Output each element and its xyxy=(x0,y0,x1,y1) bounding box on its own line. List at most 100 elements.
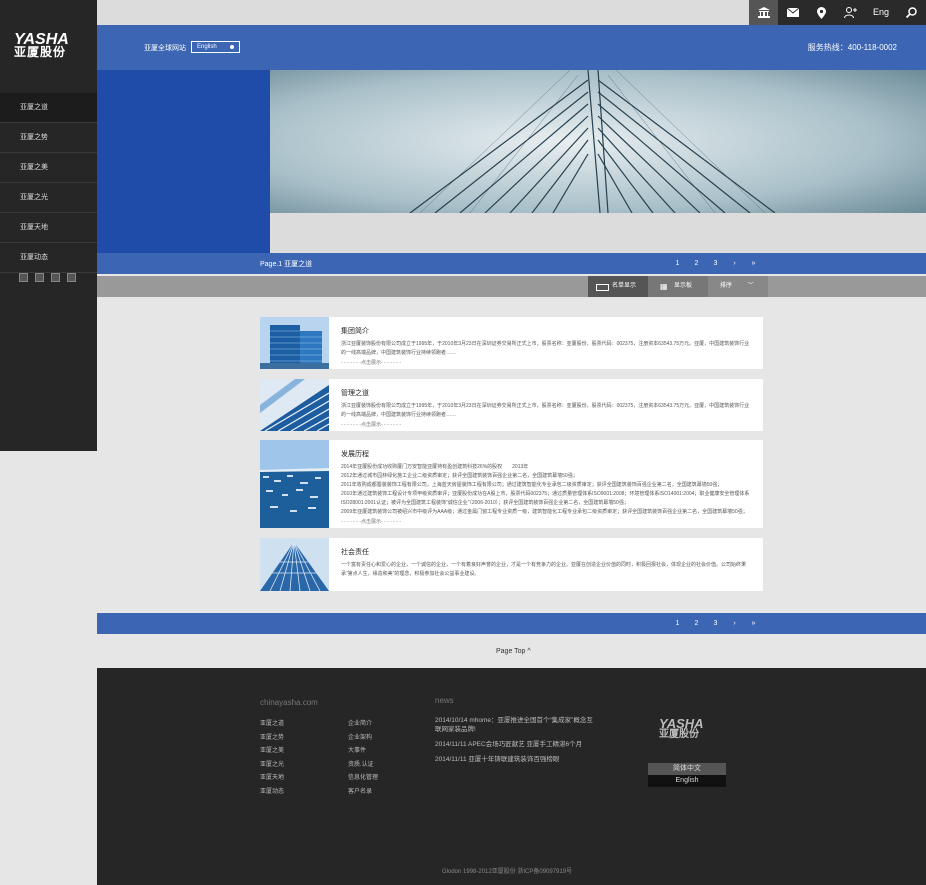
card-social-responsibility[interactable]: 社会责任 一个富有责任心和爱心的企业，一个诚信的企业，一个有着良好声誉的企业，才… xyxy=(260,538,763,591)
footer-links-col2: 企业简介 企业架构 大事件 资质.认证 信息化管理 客户名录 xyxy=(348,718,378,799)
card-body: 社会责任 一个富有责任心和爱心的企业，一个诚信的企业，一个有着良好声誉的企业，才… xyxy=(341,547,753,579)
global-site-label: 亚厦全球网站 xyxy=(144,45,186,52)
page-3[interactable]: 3 xyxy=(706,253,725,274)
share-icon[interactable] xyxy=(51,273,60,282)
service-hotline: 服务热线：400-118-0002 xyxy=(807,43,897,52)
card-group-intro[interactable]: 集团简介 浙江亚厦装饰股份有限公司成立于1995年，于2010年3月23日在深圳… xyxy=(260,317,763,369)
footer-link[interactable]: 信息化管理 xyxy=(348,772,378,786)
mail-icon[interactable] xyxy=(778,0,807,25)
sidebar: YASHA 亚厦股份 亚厦之道 亚厦之势 亚厦之美 亚厦之光 亚厦天地 亚厦动态 xyxy=(0,0,97,451)
grid-view-button[interactable]: 显示板 xyxy=(648,276,708,297)
sort-dropdown[interactable]: 排序 ﹀ xyxy=(708,276,768,297)
page-1[interactable]: 1 xyxy=(668,613,687,634)
card-line: 2009年亚厦建筑装饰公司被绍兴市中级评为AAA级；通过金属门窗工程专业资质一级… xyxy=(341,509,748,515)
footer-link[interactable]: 亚厦动态 xyxy=(260,786,284,800)
card-title: 社会责任 xyxy=(341,549,369,556)
footer-link[interactable]: 亚厦之美 xyxy=(260,745,284,759)
copyright: Glodon 1998-2012亚厦股份 浙ICP备09097919号 xyxy=(442,869,573,875)
rss-icon[interactable] xyxy=(19,273,28,282)
weibo-icon[interactable] xyxy=(35,273,44,282)
sidebar-nav: 亚厦之道 亚厦之势 亚厦之美 亚厦之光 亚厦天地 亚厦动态 xyxy=(0,93,97,273)
page-last[interactable]: » xyxy=(744,613,763,634)
home-icon[interactable] xyxy=(749,0,778,25)
pager-bottom: 1 2 3 › » xyxy=(97,613,926,634)
page-1[interactable]: 1 xyxy=(668,253,687,274)
page-next[interactable]: › xyxy=(725,253,744,274)
footer-link[interactable]: 资质.认证 xyxy=(348,759,378,773)
footer-link[interactable]: 亚厦之光 xyxy=(260,759,284,773)
page-title: Page.1 亚厦之道 xyxy=(260,261,313,268)
page-2[interactable]: 2 xyxy=(687,253,706,274)
card-thumbnail xyxy=(260,538,329,591)
hero-blue-panel xyxy=(97,70,270,253)
card-text: 浙江亚厦装饰股份有限公司成立于1995年，于2010年3月23日在深圳证券交易所… xyxy=(341,403,750,418)
footer-news-heading: news xyxy=(435,696,454,705)
footer-link[interactable]: 亚厦天地 xyxy=(260,772,284,786)
news-item[interactable]: 2014/11/11 亚厦十年铸联建筑装饰百强榜眼 xyxy=(435,755,595,764)
card-thumbnail xyxy=(260,317,329,369)
card-title: 发展历程 xyxy=(341,451,369,458)
news-item[interactable]: 2014/11/11 APEC会场巧匠献艺 亚厦手工精湛6个月 xyxy=(435,740,595,749)
news-item[interactable]: 2014/10/14 mhome：亚厦推进全国首个“集成家”概念互联网家装品牌! xyxy=(435,716,595,734)
wechat-icon[interactable] xyxy=(67,273,76,282)
sidebar-item-mei[interactable]: 亚厦之美 xyxy=(0,153,97,183)
card-thumbnail xyxy=(260,440,329,528)
card-management[interactable]: 管理之道 浙江亚厦装饰股份有限公司成立于1995年，于2010年3月23日在深圳… xyxy=(260,379,763,431)
lang-english[interactable]: English xyxy=(648,775,726,787)
card-title: 管理之道 xyxy=(341,390,369,397)
chevron-down-icon: ﹀ xyxy=(747,283,754,289)
card-body: 发展历程 2014年亚厦股份成功收购厦门万安智能亚厦持有盈创建筑科技26%的股权… xyxy=(341,449,753,525)
logo-cn: 亚厦股份 xyxy=(14,45,67,59)
page-top-link[interactable]: Page Top ^ xyxy=(496,648,531,655)
language-selected: English xyxy=(197,44,217,50)
top-icons: Eng xyxy=(749,0,926,25)
card-title: 集团简介 xyxy=(341,328,369,335)
sort-label: 排序 xyxy=(720,283,733,289)
sidebar-item-shi[interactable]: 亚厦之势 xyxy=(0,123,97,153)
footer-link[interactable]: 企业架构 xyxy=(348,732,378,746)
add-user-icon[interactable] xyxy=(836,0,865,25)
footer-news-list: 2014/10/14 mhome：亚厦推进全国首个“集成家”概念互联网家装品牌!… xyxy=(435,716,595,770)
pager-top: Page.1 亚厦之道 1 2 3 › » xyxy=(97,253,926,274)
sidebar-item-guang[interactable]: 亚厦之光 xyxy=(0,183,97,213)
footer-link[interactable]: 亚厦之道 xyxy=(260,718,284,732)
hero-gray-strip xyxy=(270,213,926,253)
english-link[interactable]: Eng xyxy=(865,0,897,25)
card-body: 集团简介 浙江亚厦装饰股份有限公司成立于1995年，于2010年3月23日在深圳… xyxy=(341,326,753,366)
card-more-link[interactable]: - - - - - - -点击展示- - - - - - - xyxy=(341,518,753,525)
footer-logo-en: YASHA xyxy=(659,716,704,731)
card-history[interactable]: 发展历程 2014年亚厦股份成功收购厦门万安智能亚厦持有盈创建筑科技26%的股权… xyxy=(260,440,763,528)
card-thumbnail xyxy=(260,379,329,431)
location-icon[interactable] xyxy=(807,0,836,25)
header: 亚厦全球网站 English 服务热线：400-118-0002 xyxy=(97,25,926,70)
card-line: 2010年通过建筑装饰工程设计专项甲级资质审评；亚厦股份成功在A股上市，股票代码… xyxy=(341,491,750,506)
footer-link[interactable]: 企业简介 xyxy=(348,718,378,732)
footer-links-col1: 亚厦之道 亚厦之势 亚厦之美 亚厦之光 亚厦天地 亚厦动态 xyxy=(260,718,284,799)
list-view-button[interactable]: 名单显示 xyxy=(588,276,648,297)
page-next[interactable]: › xyxy=(725,613,744,634)
card-line: 2011年收购成都蜀装装饰工程有限公司，上海蓝天房屋装饰工程有限公司；通过建筑智… xyxy=(341,482,723,488)
search-icon[interactable] xyxy=(897,0,926,25)
page-last[interactable]: » xyxy=(744,253,763,274)
card-text: 一个富有责任心和爱心的企业，一个诚信的企业，一个有着良好声誉的企业，才是一个有竞… xyxy=(341,562,747,577)
pagination: 1 2 3 › » xyxy=(668,253,763,274)
footer-language-switch: 简体中文 English xyxy=(648,763,726,787)
logo[interactable]: YASHA 亚厦股份 xyxy=(14,32,69,59)
page-2[interactable]: 2 xyxy=(687,613,706,634)
social-links xyxy=(19,273,76,282)
card-text: 浙江亚厦装饰股份有限公司成立于1995年，于2010年3月23日在深圳证券交易所… xyxy=(341,341,750,356)
sidebar-item-tiandi[interactable]: 亚厦天地 xyxy=(0,213,97,243)
lang-chinese[interactable]: 简体中文 xyxy=(648,763,726,775)
footer-link[interactable]: 客户名录 xyxy=(348,786,378,800)
footer-link[interactable]: 大事件 xyxy=(348,745,378,759)
footer-logo-cn: 亚厦股份 xyxy=(659,729,699,740)
footer-link[interactable]: 亚厦之势 xyxy=(260,732,284,746)
page-3[interactable]: 3 xyxy=(706,613,725,634)
language-select[interactable]: English xyxy=(191,41,240,53)
sidebar-item-dongtai[interactable]: 亚厦动态 xyxy=(0,243,97,273)
card-more-link[interactable]: - - - - - - -点击展示- - - - - - - xyxy=(341,359,753,366)
footer-site: chinayasha.com xyxy=(260,698,318,707)
sidebar-item-dao[interactable]: 亚厦之道 xyxy=(0,93,97,123)
card-more-link[interactable]: - - - - - - -点击展示- - - - - - - xyxy=(341,421,753,428)
card-body: 管理之道 浙江亚厦装饰股份有限公司成立于1995年，于2010年3月23日在深圳… xyxy=(341,388,753,428)
